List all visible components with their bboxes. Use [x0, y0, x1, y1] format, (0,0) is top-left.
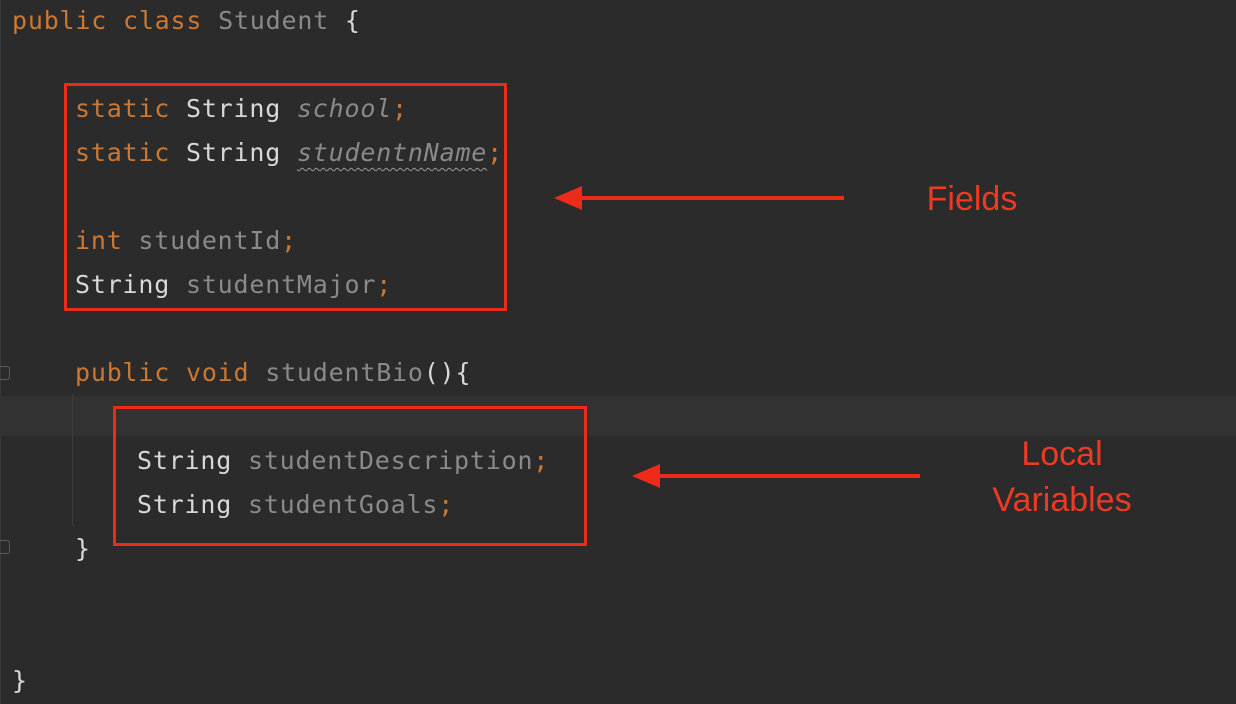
fold-marker-method-end[interactable] — [0, 540, 10, 554]
locals-label-line1: Local — [1021, 435, 1103, 473]
method-parens: () — [423, 358, 456, 387]
method-close-brace[interactable]: } — [75, 534, 91, 564]
gutter-edge — [0, 0, 1, 704]
class-name: Student — [218, 6, 330, 35]
fold-marker-method-start[interactable] — [0, 366, 10, 380]
locals-highlight-box — [113, 406, 587, 546]
locals-arrow-icon — [632, 464, 920, 488]
class-keyword: class — [122, 6, 203, 35]
class-declaration-line[interactable]: public class Student { — [12, 6, 361, 36]
fields-arrow-icon — [554, 186, 844, 210]
locals-label-line2: Variables — [992, 481, 1132, 519]
class-modifier: public — [12, 6, 108, 35]
method-return-type: void — [185, 358, 250, 387]
class-open-brace: { — [344, 6, 361, 35]
fields-label: Fields — [926, 180, 1018, 218]
indent-guide — [72, 394, 73, 526]
class-close-brace[interactable]: } — [12, 666, 28, 696]
method-name: studentBio — [265, 358, 424, 387]
method-open-brace: { — [455, 358, 472, 387]
method-declaration-line[interactable]: public void studentBio(){ — [75, 358, 471, 388]
fields-highlight-box — [64, 83, 507, 311]
method-modifier: public — [75, 358, 171, 387]
